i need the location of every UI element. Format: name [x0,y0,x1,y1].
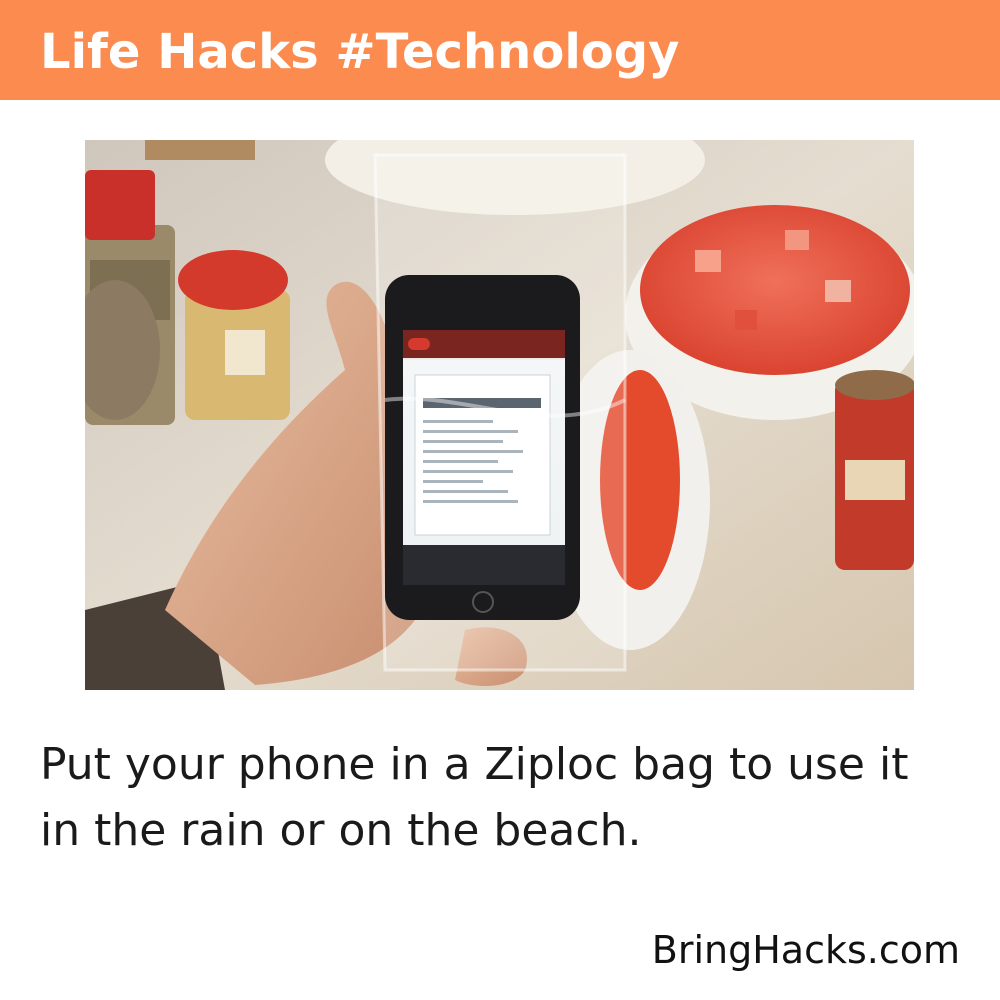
spice-jar [178,250,290,420]
tomato-can [835,370,914,570]
hack-caption: Put your phone in a Ziploc bag to use it… [40,739,909,856]
photo-illustration [85,140,914,690]
page-title: Life Hacks #Technology [40,24,680,80]
hero-photo [85,140,914,690]
brand-link[interactable]: BringHacks.com [652,925,960,975]
cutting-board [145,140,255,160]
header-banner: Life Hacks #Technology [0,0,1000,100]
phone [385,275,580,620]
